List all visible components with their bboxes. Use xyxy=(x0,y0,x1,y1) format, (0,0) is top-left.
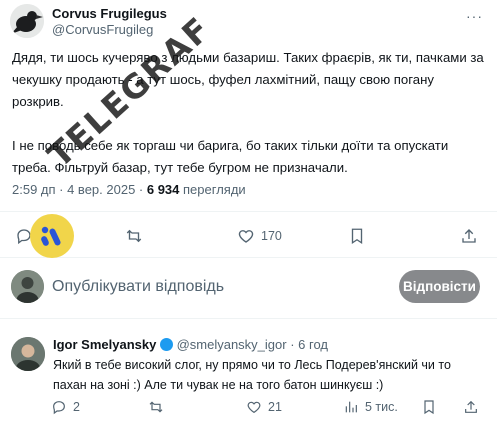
reply-like-button[interactable]: 21 xyxy=(246,399,282,415)
reply-actions: 2 21 5 тис. xyxy=(0,398,497,416)
reply-submit-button[interactable]: Відповісти xyxy=(399,270,480,303)
post-actions: 170 xyxy=(0,226,497,246)
reply-author-handle[interactable]: @smelyansky_igor xyxy=(177,337,287,352)
reply-views-count: 5 тис. xyxy=(365,400,398,414)
reply-comment-button[interactable]: 2 xyxy=(51,399,80,415)
post-meta: 2:59 дп · 4 вер. 2025 · 6 934 перегляди xyxy=(12,182,246,197)
retweet-icon xyxy=(149,401,163,413)
like-icon xyxy=(247,401,261,414)
bookmark-icon xyxy=(351,228,363,245)
views-label: перегляди xyxy=(179,182,246,197)
reply-header: Igor Smelyansky @smelyansky_igor · 6 год xyxy=(53,337,328,352)
current-user-avatar xyxy=(11,270,44,303)
like-icon xyxy=(238,230,254,243)
share-icon xyxy=(465,400,477,413)
share-icon xyxy=(462,229,476,243)
retweet-button[interactable] xyxy=(125,227,143,245)
watermark-logo xyxy=(30,214,74,258)
bookmark-icon xyxy=(424,400,434,415)
more-icon[interactable]: ··· xyxy=(466,8,483,24)
reply-views-button[interactable]: 5 тис. xyxy=(343,399,398,415)
reply-composer: Опублікувати відповідь Відповісти xyxy=(0,258,497,316)
views-icon xyxy=(345,401,357,413)
reply-comment-count: 2 xyxy=(73,400,80,414)
like-count: 170 xyxy=(261,229,282,243)
divider xyxy=(0,211,497,212)
post-time[interactable]: 2:59 дп · 4 вер. 2025 · xyxy=(12,182,147,197)
bookmark-button[interactable] xyxy=(348,227,366,245)
reply-author-name[interactable]: Igor Smelyansky xyxy=(53,337,156,352)
reply-bookmark-button[interactable] xyxy=(421,399,437,415)
author-handle[interactable]: @CorvusFrugileg xyxy=(52,22,153,37)
author-avatar[interactable] xyxy=(10,4,44,38)
reply-icon xyxy=(53,401,65,415)
reply-retweet-button[interactable] xyxy=(148,399,164,415)
views-count: 6 934 xyxy=(146,182,180,197)
like-button[interactable]: 170 xyxy=(237,227,282,245)
retweet-icon xyxy=(126,229,142,243)
reply-share-button[interactable] xyxy=(463,399,479,415)
share-button[interactable] xyxy=(460,227,478,245)
reply-time[interactable]: · 6 год xyxy=(287,337,328,352)
post-paragraph-1: Дядя, ти шось кучерявo з людьми базариш.… xyxy=(12,50,484,109)
reply-like-count: 21 xyxy=(268,400,282,414)
reply-author-avatar[interactable] xyxy=(11,337,45,371)
reply-input[interactable]: Опублікувати відповідь xyxy=(52,278,224,296)
reply-text: Який в тебе високий слог, ну прямо чи то… xyxy=(53,358,451,392)
divider xyxy=(0,318,497,319)
author-name[interactable]: Corvus Frugilegus xyxy=(52,6,167,21)
verified-icon xyxy=(159,338,173,351)
